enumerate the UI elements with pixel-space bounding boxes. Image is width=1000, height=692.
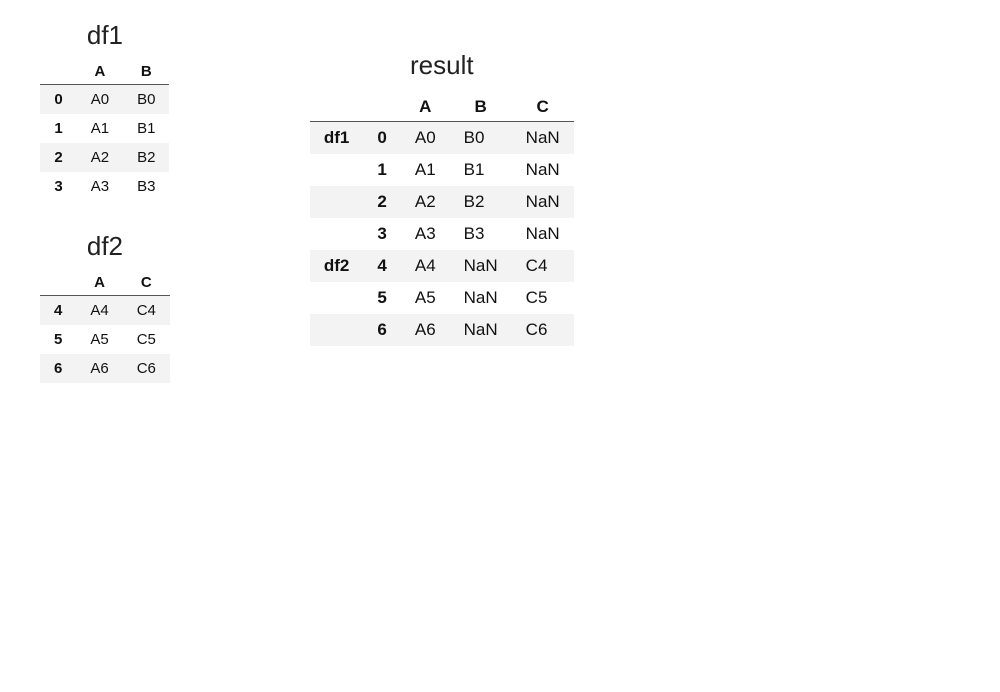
cell: A5 — [76, 325, 122, 354]
group-label: df2 — [310, 250, 364, 282]
row-index: 0 — [363, 122, 400, 155]
row-index: 1 — [363, 154, 400, 186]
group-label — [310, 218, 364, 250]
table-row: 1 A1 B1 NaN — [310, 154, 574, 186]
col-header: B — [450, 93, 512, 122]
df2-title: df2 — [87, 231, 123, 262]
table-row: 3 A3 B3 — [40, 172, 169, 201]
cell: NaN — [512, 186, 574, 218]
cell: B1 — [450, 154, 512, 186]
df1-title: df1 — [87, 20, 123, 51]
row-index: 6 — [40, 354, 76, 383]
cell: B2 — [450, 186, 512, 218]
result-wrap: A B C df1 0 A0 B0 NaN 1 — [310, 93, 574, 346]
row-index: 2 — [363, 186, 400, 218]
row-index: 5 — [40, 325, 76, 354]
table-row: 0 A0 B0 — [40, 85, 169, 115]
cell: A0 — [401, 122, 450, 155]
col-header: B — [123, 59, 169, 85]
group-label — [310, 186, 364, 218]
table-row: 3 A3 B3 NaN — [310, 218, 574, 250]
cell: A1 — [401, 154, 450, 186]
cell: NaN — [512, 218, 574, 250]
table-row: 2 A2 B2 — [40, 143, 169, 172]
df2-block: df2 A C 4 A4 C4 5 — [40, 231, 170, 383]
group-label — [310, 154, 364, 186]
row-index: 6 — [363, 314, 400, 346]
cell: A2 — [401, 186, 450, 218]
col-header: A — [76, 270, 122, 296]
cell: C5 — [123, 325, 170, 354]
cell: A6 — [76, 354, 122, 383]
table-row: 6 A6 C6 — [40, 354, 170, 383]
group-label — [310, 282, 364, 314]
cell: NaN — [450, 282, 512, 314]
result-table: A B C df1 0 A0 B0 NaN 1 — [310, 93, 574, 346]
cell: C6 — [123, 354, 170, 383]
index-header — [363, 93, 400, 122]
index-header — [40, 270, 76, 296]
table-header-row: A B — [40, 59, 169, 85]
table-row: df2 4 A4 NaN C4 — [310, 250, 574, 282]
cell: A5 — [401, 282, 450, 314]
group-header — [310, 93, 364, 122]
col-header: C — [123, 270, 170, 296]
col-header: A — [401, 93, 450, 122]
cell: NaN — [512, 154, 574, 186]
table-header-row: A C — [40, 270, 170, 296]
row-index: 3 — [40, 172, 76, 201]
cell: NaN — [450, 250, 512, 282]
cell: B3 — [450, 218, 512, 250]
row-index: 4 — [363, 250, 400, 282]
group-label — [310, 314, 364, 346]
row-index: 4 — [40, 296, 76, 326]
cell: A3 — [401, 218, 450, 250]
cell: C5 — [512, 282, 574, 314]
cell: A0 — [77, 85, 123, 115]
table-row: 2 A2 B2 NaN — [310, 186, 574, 218]
table-row: 4 A4 C4 — [40, 296, 170, 326]
cell: A6 — [401, 314, 450, 346]
cell: NaN — [450, 314, 512, 346]
cell: B0 — [450, 122, 512, 155]
left-column: df1 A B 0 A0 B0 1 — [40, 20, 170, 383]
cell: A1 — [77, 114, 123, 143]
table-row: 1 A1 B1 — [40, 114, 169, 143]
row-index: 0 — [40, 85, 76, 115]
col-header: C — [512, 93, 574, 122]
table-row: 6 A6 NaN C6 — [310, 314, 574, 346]
row-index: 2 — [40, 143, 76, 172]
right-column: result A B C df1 0 A0 — [310, 50, 574, 346]
col-header: A — [77, 59, 123, 85]
cell: B0 — [123, 85, 169, 115]
table-header-row: A B C — [310, 93, 574, 122]
cell: A3 — [77, 172, 123, 201]
cell: B2 — [123, 143, 169, 172]
cell: A2 — [77, 143, 123, 172]
cell: A4 — [76, 296, 122, 326]
table-row: 5 A5 NaN C5 — [310, 282, 574, 314]
row-index: 1 — [40, 114, 76, 143]
group-label: df1 — [310, 122, 364, 155]
cell: B1 — [123, 114, 169, 143]
cell: NaN — [512, 122, 574, 155]
table-row: 5 A5 C5 — [40, 325, 170, 354]
df1-table: A B 0 A0 B0 1 A1 B1 — [40, 59, 169, 201]
cell: C4 — [123, 296, 170, 326]
row-index: 3 — [363, 218, 400, 250]
index-header — [40, 59, 76, 85]
row-index: 5 — [363, 282, 400, 314]
cell: A4 — [401, 250, 450, 282]
df2-table: A C 4 A4 C4 5 A5 C5 — [40, 270, 170, 383]
cell: C6 — [512, 314, 574, 346]
result-title: result — [410, 50, 474, 81]
layout-container: df1 A B 0 A0 B0 1 — [40, 20, 960, 383]
cell: B3 — [123, 172, 169, 201]
table-row: df1 0 A0 B0 NaN — [310, 122, 574, 155]
cell: C4 — [512, 250, 574, 282]
df1-block: df1 A B 0 A0 B0 1 — [40, 20, 169, 201]
